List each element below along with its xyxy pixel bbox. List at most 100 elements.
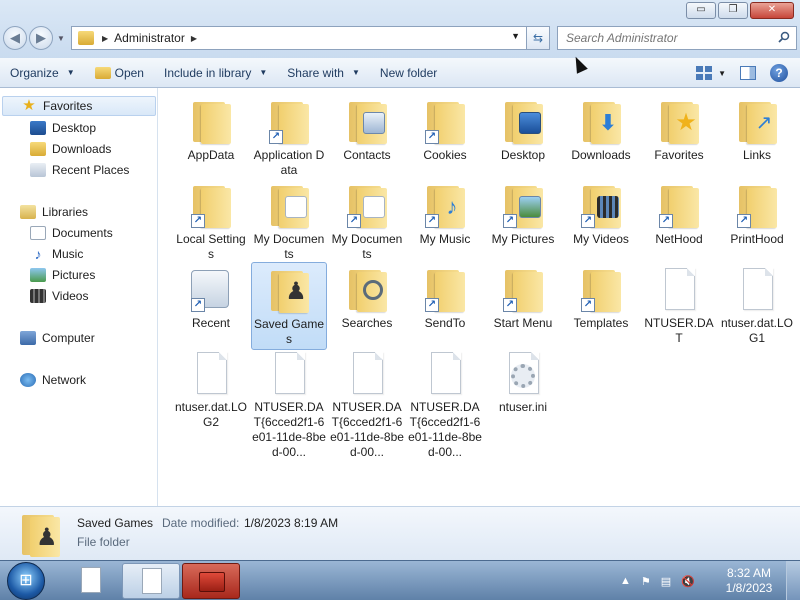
- view-icon: [696, 66, 713, 80]
- sidebar-item-favorites[interactable]: ★ Favorites: [2, 96, 156, 116]
- toolbar-right: ▼ ?: [696, 58, 788, 88]
- taskbar-item-explorer[interactable]: [122, 563, 180, 599]
- sidebar-item-downloads[interactable]: Downloads: [30, 139, 111, 159]
- downloads-icon: [30, 142, 46, 156]
- taskbar-item-document[interactable]: [62, 563, 120, 599]
- sidebar-item-libraries[interactable]: Libraries: [20, 202, 88, 222]
- show-desktop-button[interactable]: [786, 561, 800, 600]
- preview-pane-icon[interactable]: [740, 66, 756, 80]
- details-modified-label: Date modified:: [162, 516, 240, 530]
- open-button[interactable]: Open: [85, 58, 154, 88]
- address-bar[interactable]: ▶ Administrator ▶ ▼: [71, 26, 527, 50]
- taskbar-item-toolbox[interactable]: [182, 563, 240, 599]
- file-item-sendto[interactable]: ↗ SendTo: [407, 262, 483, 333]
- file-item-searches[interactable]: Searches: [329, 262, 405, 333]
- settings-file-icon: [501, 350, 545, 398]
- file-item-my-documents[interactable]: My Documents: [251, 178, 327, 264]
- breadcrumb-administrator[interactable]: Administrator: [114, 31, 185, 45]
- file-item-ntuser-log1[interactable]: ntuser.dat.LOG1: [719, 262, 795, 348]
- details-modified-value: 1/8/2023 8:19 AM: [244, 516, 339, 530]
- file-item-ntuser-dat[interactable]: NTUSER.DAT: [641, 262, 717, 348]
- file-item-application-data[interactable]: ↗ Application Data: [251, 94, 327, 180]
- file-item-my-videos[interactable]: ↗ My Videos: [563, 178, 639, 249]
- file-item-printhood[interactable]: ↗ PrintHood: [719, 178, 795, 249]
- sidebar-item-label: Pictures: [52, 268, 96, 282]
- sidebar-item-desktop[interactable]: Desktop: [30, 118, 96, 138]
- file-item-contacts[interactable]: Contacts: [329, 94, 405, 165]
- file-icon: [267, 350, 311, 398]
- file-item-label: AppData: [187, 148, 235, 162]
- file-item-favorites[interactable]: ★ Favorites: [641, 94, 717, 165]
- sidebar-item-recent-places[interactable]: Recent Places: [30, 160, 129, 180]
- file-item-start-menu[interactable]: ↗ Start Menu: [485, 262, 561, 333]
- folder-shortcut-icon: ↗: [579, 266, 623, 314]
- file-item-appdata[interactable]: AppData: [173, 94, 249, 165]
- file-item-my-pictures[interactable]: ↗ My Pictures: [485, 178, 561, 249]
- sidebar-item-network[interactable]: Network: [20, 370, 86, 390]
- folder-shortcut-icon: ↗: [423, 266, 467, 314]
- file-item-label: ntuser.ini: [498, 400, 548, 414]
- sidebar-item-label: Music: [52, 247, 84, 261]
- sidebar-item-videos[interactable]: Videos: [30, 286, 88, 306]
- file-item-recent[interactable]: ↗ Recent: [173, 262, 249, 333]
- music-folder-icon: ♪ ↗: [423, 182, 467, 230]
- search-box[interactable]: [557, 26, 797, 50]
- file-item-my-music[interactable]: ♪ ↗ My Music: [407, 178, 483, 249]
- notification-area: ▲ ⚑ ▤ 🔇: [620, 561, 695, 600]
- organize-menu[interactable]: Organize ▼: [0, 58, 85, 88]
- file-item-desktop[interactable]: Desktop: [485, 94, 561, 165]
- file-item-ntuser-dat-guid-3[interactable]: NTUSER.DAT{6cced2f1-6e01-11de-8bed-00...: [407, 346, 483, 462]
- volume-muted-icon[interactable]: 🔇: [681, 575, 695, 588]
- file-item-ntuser-log2[interactable]: ntuser.dat.LOG2: [173, 346, 249, 432]
- sidebar-item-pictures[interactable]: Pictures: [30, 265, 95, 285]
- file-item-cookies[interactable]: ↗ Cookies: [407, 94, 483, 165]
- start-button[interactable]: ⊞: [7, 562, 45, 600]
- folder-shortcut-icon: ↗: [423, 98, 467, 146]
- change-view-button[interactable]: ▼: [696, 66, 726, 80]
- new-folder-button[interactable]: New folder: [370, 58, 447, 88]
- file-item-nethood[interactable]: ↗ NetHood: [641, 178, 717, 249]
- file-item-label: Recent: [191, 316, 231, 330]
- minimize-button[interactable]: ▭: [686, 2, 716, 19]
- file-item-ntuser-ini[interactable]: ntuser.ini: [485, 346, 561, 417]
- search-input[interactable]: [566, 31, 766, 45]
- file-icon: [423, 350, 467, 398]
- file-item-local-settings[interactable]: ↗ Local Settings: [173, 178, 249, 264]
- include-in-library-menu[interactable]: Include in library ▼: [154, 58, 277, 88]
- file-item-label: My Videos: [573, 232, 629, 246]
- breadcrumb-arrow-icon[interactable]: ▶: [102, 34, 108, 43]
- file-item-my-documents-shortcut[interactable]: ↗ My Documents: [329, 178, 405, 264]
- forward-button[interactable]: ▶: [29, 26, 53, 50]
- sidebar-item-label: Network: [42, 373, 87, 387]
- recent-pages-dropdown-icon[interactable]: ▼: [57, 34, 65, 43]
- breadcrumb-arrow-icon[interactable]: ▶: [191, 34, 197, 43]
- help-icon[interactable]: ?: [770, 64, 788, 82]
- sidebar-item-music[interactable]: ♪ Music: [30, 244, 84, 264]
- refresh-button[interactable]: ⇆: [527, 26, 550, 50]
- file-item-links[interactable]: ↗ Links: [719, 94, 795, 165]
- chevron-down-icon: ▼: [259, 67, 268, 77]
- show-hidden-icons-icon[interactable]: ▲: [620, 575, 631, 587]
- file-item-ntuser-dat-guid-1[interactable]: NTUSER.DAT{6cced2f1-6e01-11de-8bed-00...: [251, 346, 327, 462]
- file-item-ntuser-dat-guid-2[interactable]: NTUSER.DAT{6cced2f1-6e01-11de-8bed-00...: [329, 346, 405, 462]
- clock[interactable]: 8:32 AM 1/8/2023: [720, 566, 778, 596]
- file-item-label: My Pictures: [491, 232, 555, 246]
- file-item-templates[interactable]: ↗ Templates: [563, 262, 639, 333]
- window-controls: ▭ ❐ ✕: [686, 2, 794, 19]
- sidebar-item-computer[interactable]: Computer: [20, 328, 95, 348]
- file-item-label: Searches: [341, 316, 393, 330]
- sidebar-item-documents[interactable]: Documents: [30, 223, 113, 243]
- folder-shortcut-icon: ↗: [267, 98, 311, 146]
- back-button[interactable]: ◀: [3, 26, 27, 50]
- share-with-menu[interactable]: Share with ▼: [277, 58, 370, 88]
- folder-icon: [189, 98, 233, 146]
- search-icon[interactable]: [778, 31, 790, 43]
- address-dropdown-icon[interactable]: ▼: [511, 31, 520, 41]
- network-status-icon[interactable]: ▤: [661, 575, 671, 588]
- details-pane: ♟ Saved Games Date modified: 1/8/2023 8:…: [0, 506, 800, 560]
- close-button[interactable]: ✕: [750, 2, 794, 19]
- file-item-saved-games[interactable]: ♟ Saved Games: [251, 262, 327, 350]
- file-item-downloads[interactable]: ⬇ Downloads: [563, 94, 639, 165]
- action-center-flag-icon[interactable]: ⚑: [641, 575, 651, 588]
- maximize-button[interactable]: ❐: [718, 2, 748, 19]
